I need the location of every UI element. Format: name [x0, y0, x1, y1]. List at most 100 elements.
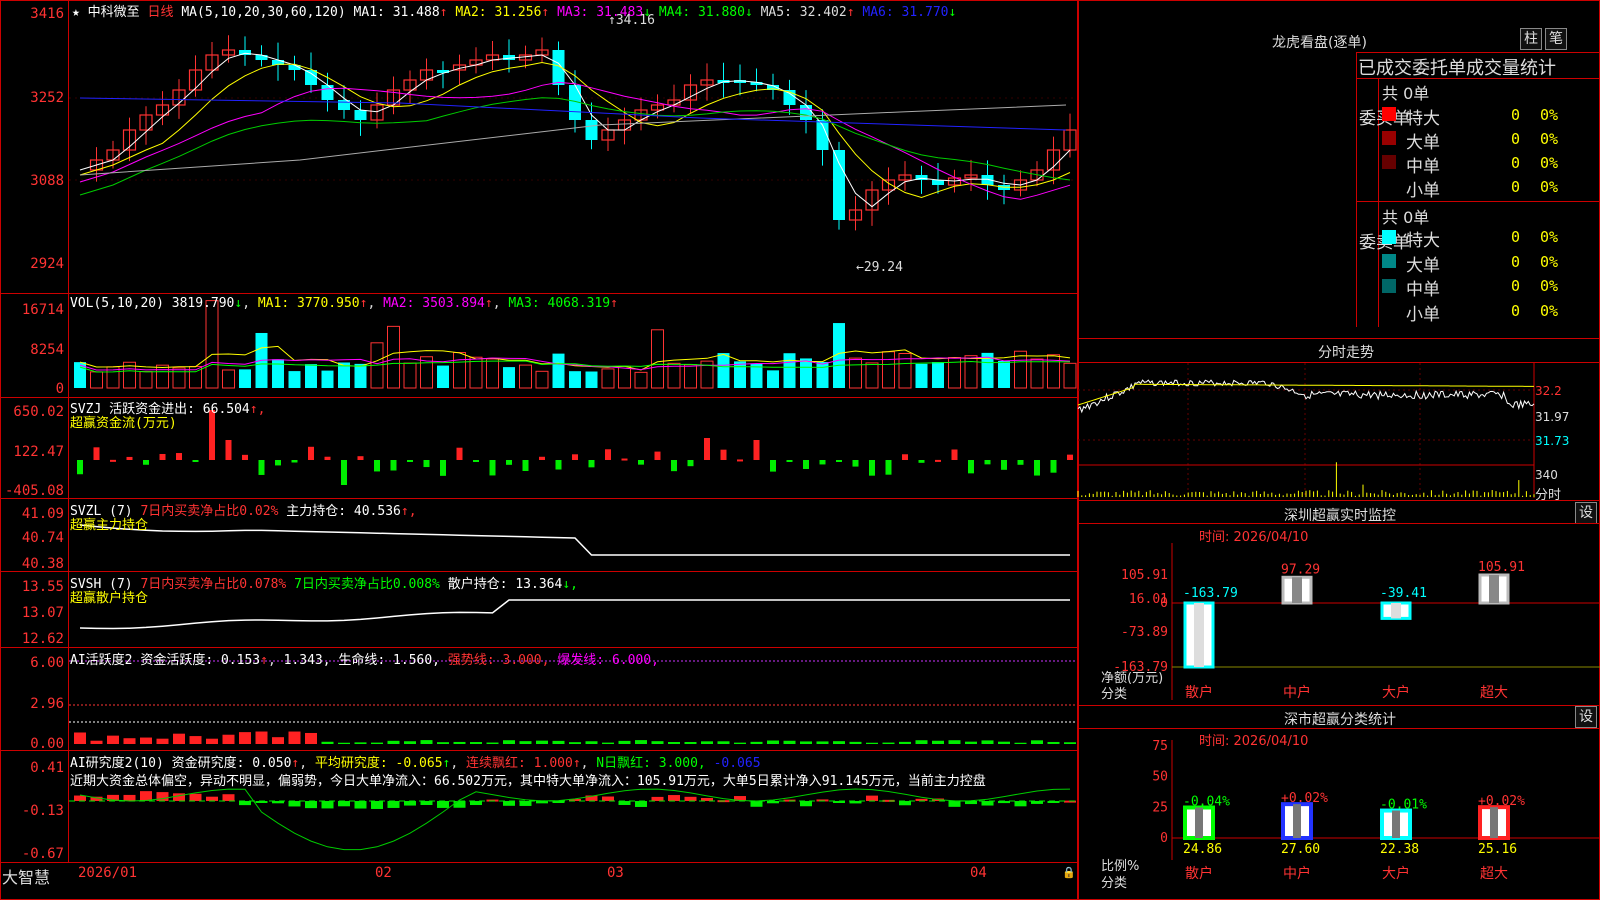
classify-settings-button[interactable]: 设 — [1575, 706, 1597, 728]
divider — [1356, 78, 1600, 79]
divider — [1356, 201, 1600, 202]
monitor-side-label-2: 分类 — [1101, 687, 1128, 702]
classify-side-label-2: 分类 — [1101, 876, 1128, 891]
buy-pct: 0% — [1540, 154, 1559, 172]
ma5: MA5: 32.402↑ — [760, 5, 855, 20]
sell-label: 小单 — [1406, 305, 1440, 325]
buy-pct: 0% — [1540, 106, 1559, 124]
buy-label: 大单 — [1406, 133, 1440, 153]
svzl-sub: 超赢主力持仓 — [70, 518, 149, 533]
svzj-sub: 超赢资金流(万元) — [70, 416, 177, 431]
y-tick: 2.96 — [30, 696, 64, 712]
monitor-title: 深圳超赢实时监控 — [1284, 508, 1396, 524]
y-tick: 3252 — [30, 90, 64, 106]
sell-side-label: 委卖单 — [1359, 234, 1410, 253]
legend-swatch — [1382, 155, 1396, 169]
divider — [1078, 705, 1600, 706]
right-subtitle: 已成交委托单成交量统计 — [1358, 58, 1556, 79]
legend-swatch — [1382, 254, 1396, 268]
main-header: ★ 中科微至 日线 MA(5,10,20,30,60,120) MA1: 31.… — [72, 1, 956, 20]
lock-icon[interactable]: 🔒 — [1062, 866, 1076, 879]
buy-label: 小单 — [1406, 181, 1440, 201]
y-tick: 0 — [55, 381, 64, 397]
sell-pct: 0% — [1540, 253, 1559, 271]
classify-title: 深市超赢分类统计 — [1284, 712, 1396, 728]
sell-pct: 0% — [1540, 277, 1559, 295]
ai2-comment: 近期大资金总体偏空，异动不明显，偏弱势，今日大单净流入：66.502万元，其中特… — [70, 774, 986, 789]
sell-label: 中单 — [1406, 280, 1440, 300]
y-tick: 0.00 — [30, 736, 64, 752]
intraday-ytick: 32.2 — [1535, 384, 1562, 398]
legend-swatch — [1382, 131, 1396, 145]
bar-view-button[interactable]: 柱 — [1520, 28, 1542, 50]
ma1: MA1: 31.488↑ — [353, 5, 448, 20]
x-label: 02 — [375, 865, 392, 881]
intraday-title: 分时走势 — [1318, 345, 1374, 361]
monitor-time: 时间: 2026/04/10 — [1199, 530, 1309, 545]
buy-count: 0 — [1510, 130, 1520, 148]
buy-count: 0 — [1510, 178, 1520, 196]
sell-count: 0 — [1510, 302, 1520, 320]
divider — [1078, 362, 1600, 363]
legend-swatch — [1382, 279, 1396, 293]
divider — [0, 750, 1078, 751]
sell-pct: 0% — [1540, 228, 1559, 246]
sell-label: 大单 — [1406, 256, 1440, 276]
monitor-settings-button[interactable]: 设 — [1575, 502, 1597, 524]
divider — [1078, 523, 1600, 524]
sell-pct: 0% — [1540, 302, 1559, 320]
svsh-sub: 超赢散户持仓 — [70, 591, 149, 606]
intraday-ytick: 340 — [1535, 468, 1558, 482]
divider — [1356, 52, 1357, 327]
high-price-label: ↑34.16 — [608, 13, 655, 28]
sell-total: 共 0单 — [1382, 208, 1430, 227]
period-label[interactable]: 日线 — [148, 5, 174, 20]
vol-header: VOL(5,10,20) 3819.790↓, MA1: 3770.950↑, … — [70, 296, 618, 311]
divider — [0, 293, 1078, 294]
y-tick: 12.62 — [21, 631, 64, 647]
ma4: MA4: 31.880↓ — [658, 5, 753, 20]
y-tick: 2924 — [30, 256, 64, 272]
divider — [1078, 338, 1600, 339]
intraday-ytick: 31.97 — [1535, 410, 1570, 424]
star-icon[interactable]: ★ — [72, 5, 80, 20]
ma2: MA2: 31.256↑ — [455, 5, 550, 20]
ai2-header: AI研究度2(10) 资金研究度: 0.050↑, 平均研究度: -0.065↑… — [70, 756, 761, 771]
stock-name[interactable]: 中科微至 — [88, 5, 140, 20]
y-tick: 6.00 — [30, 655, 64, 671]
buy-count: 0 — [1510, 154, 1520, 172]
y-tick: 122.47 — [13, 444, 64, 460]
divider — [0, 862, 1078, 863]
x-label: 04 — [970, 865, 987, 881]
legend-swatch — [1382, 107, 1396, 121]
divider — [1356, 52, 1600, 53]
y-tick: -405.08 — [4, 483, 64, 499]
sell-count: 0 — [1510, 253, 1520, 271]
x-label: 03 — [607, 865, 624, 881]
ma6: MA6: 31.770↓ — [862, 5, 957, 20]
buy-side-label: 委买单 — [1359, 110, 1410, 129]
pen-view-button[interactable]: 笔 — [1545, 28, 1567, 50]
sell-count: 0 — [1510, 228, 1520, 246]
classify-time: 时间: 2026/04/10 — [1199, 734, 1309, 749]
y-axis-line — [68, 0, 69, 862]
y-tick: -0.67 — [21, 846, 64, 862]
y-tick: 3416 — [30, 6, 64, 22]
intraday-ytick: 31.73 — [1535, 434, 1570, 448]
ma-params: MA(5,10,20,30,60,120) — [181, 5, 346, 20]
buy-label: 中单 — [1406, 157, 1440, 177]
sell-count: 0 — [1510, 277, 1520, 295]
y-tick: 13.55 — [21, 579, 64, 595]
y-tick: 8254 — [30, 342, 64, 358]
divider — [0, 647, 1078, 648]
brand-label: 大智慧 — [2, 868, 51, 887]
low-price-label: ←29.24 — [856, 260, 903, 275]
right-title: 龙虎看盘(逐单) — [1272, 35, 1367, 51]
divider — [0, 498, 1078, 499]
divider — [1078, 728, 1600, 729]
y-tick: 16714 — [21, 302, 64, 318]
y-tick: 40.38 — [21, 556, 64, 572]
y-tick: 13.07 — [21, 605, 64, 621]
y-tick: 3088 — [30, 173, 64, 189]
right-panel — [1078, 0, 1600, 900]
